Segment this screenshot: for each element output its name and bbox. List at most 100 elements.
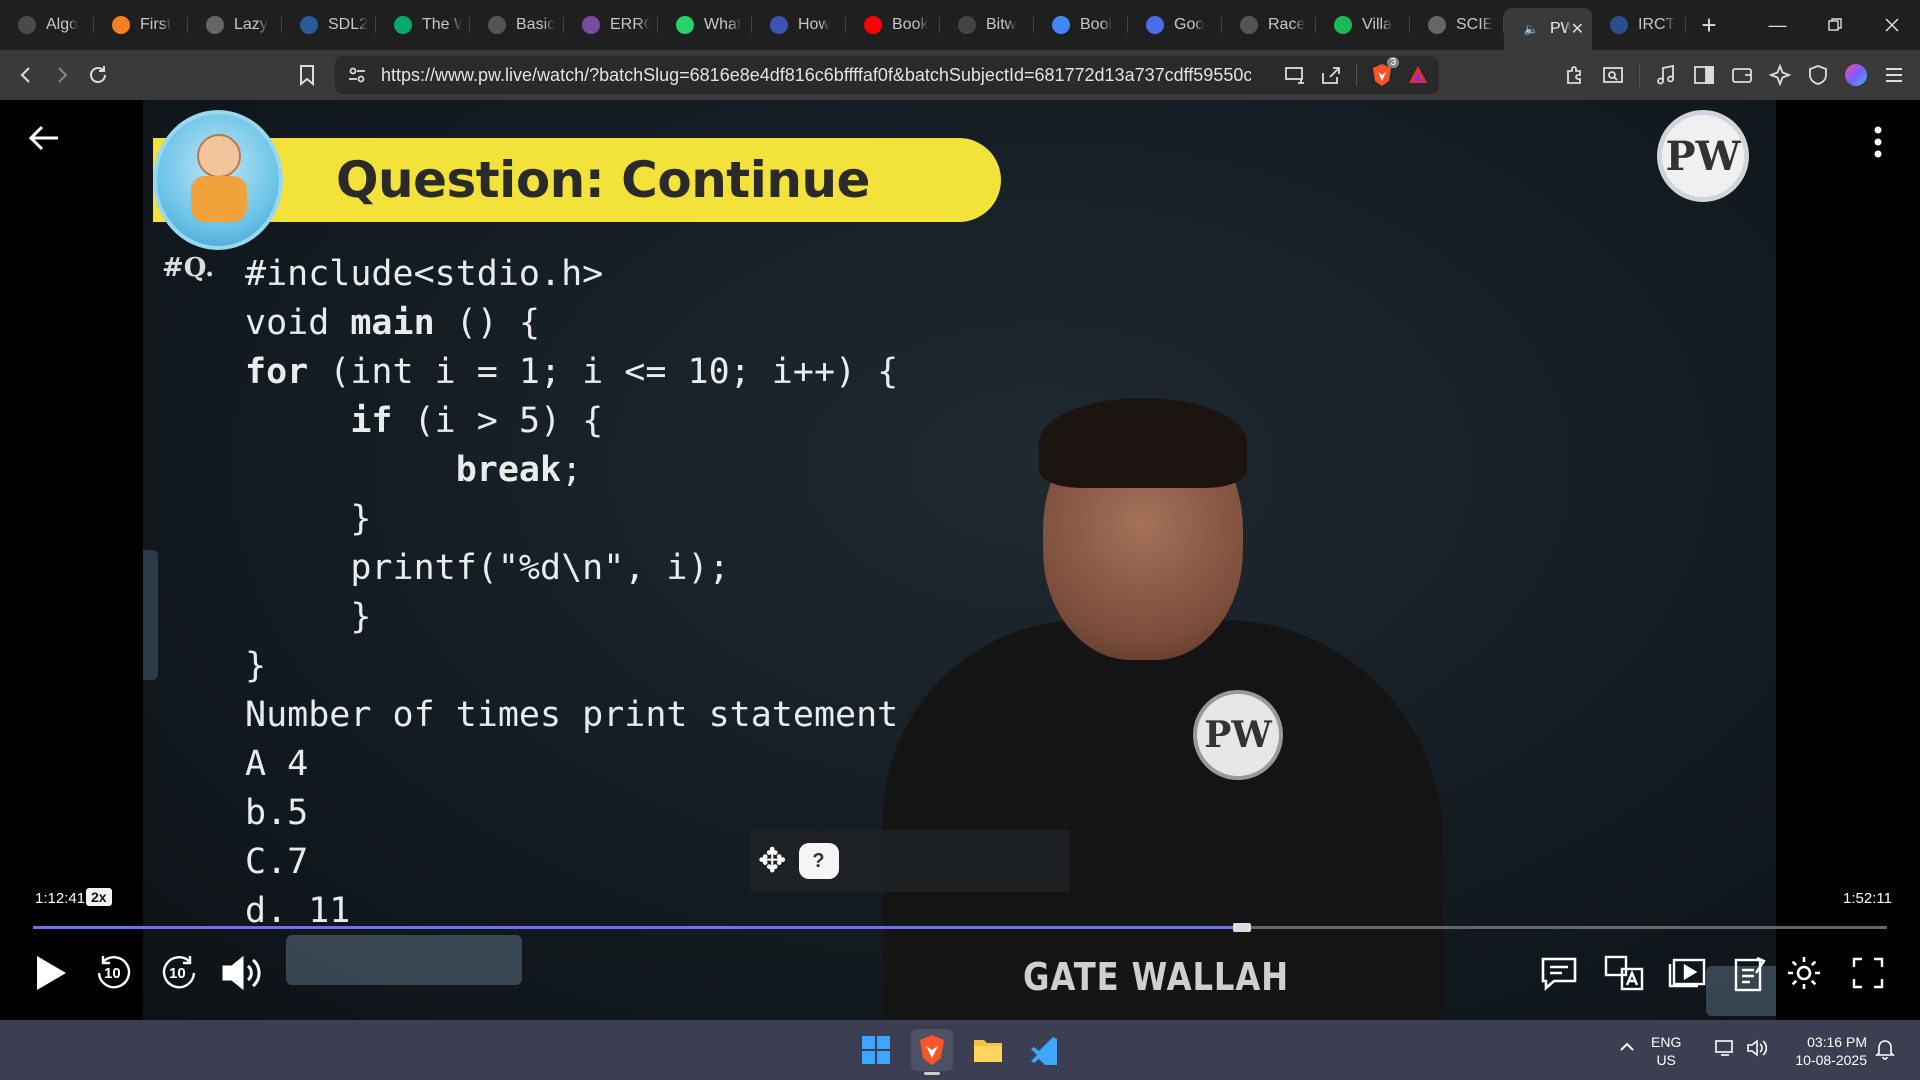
tab[interactable]: Book <box>846 7 940 43</box>
speaker-icon: 🔈 <box>1523 22 1539 36</box>
new-tab-button[interactable]: + <box>1686 7 1732 43</box>
play-icon <box>37 956 66 990</box>
tab[interactable]: Goo <box>1128 7 1222 43</box>
start-button[interactable] <box>855 1029 897 1071</box>
extensions-button[interactable] <box>1557 57 1593 93</box>
language-indicator[interactable]: ENG US <box>1651 1033 1681 1069</box>
irctc-icon <box>1610 16 1628 34</box>
move-icon[interactable]: ✥ <box>758 841 787 881</box>
forward-10-button[interactable]: 10 <box>156 950 202 996</box>
music-note-icon <box>1657 64 1674 85</box>
bookmark-button[interactable] <box>289 57 325 93</box>
rewind-10-button[interactable]: 10 <box>91 950 137 996</box>
tray-overflow-button[interactable] <box>1618 1038 1636 1061</box>
menu-button[interactable] <box>1876 57 1912 93</box>
close-tab-icon[interactable]: ✕ <box>1571 19 1584 39</box>
address-bar[interactable]: https://www.pw.live/watch/?batchSlug=681… <box>335 56 1439 94</box>
tab[interactable]: Bool <box>1034 7 1128 43</box>
annotation-toolbar: ✥ ? <box>750 830 1070 892</box>
forward-button[interactable] <box>44 57 80 93</box>
tab[interactable]: Bitw <box>940 7 1034 43</box>
board-toolbar-ghost <box>286 935 522 985</box>
video-frame[interactable]: Question: Continue #Q. #include<stdio.h>… <box>143 100 1776 1020</box>
tab[interactable]: First <box>94 7 188 43</box>
player-back-button[interactable] <box>24 118 64 158</box>
left-panel-handle[interactable] <box>143 550 158 680</box>
system-clock[interactable]: 03:16 PM 10-08-2025 <box>1775 1033 1867 1069</box>
reload-button[interactable] <box>80 57 116 93</box>
brave-shields-count: 3 <box>1387 57 1399 68</box>
tab[interactable]: Lazy <box>188 7 282 43</box>
globe-icon <box>206 16 224 34</box>
puzzle-icon <box>1567 66 1581 84</box>
tab-title: SCIE <box>1456 16 1494 33</box>
sidebar-button[interactable] <box>1686 57 1722 93</box>
tab-title: What <box>704 16 742 33</box>
site-settings-icon[interactable] <box>347 65 367 85</box>
bitwise-icon <box>958 16 976 34</box>
tab[interactable]: Race <box>1222 7 1316 43</box>
notification-bell-icon[interactable] <box>1875 1038 1895 1065</box>
settings-button[interactable] <box>1781 950 1827 996</box>
picture-in-picture-button[interactable] <box>1665 950 1711 996</box>
play-button[interactable] <box>28 950 74 996</box>
tab[interactable]: Algo <box>0 7 94 43</box>
code-line: A 4 <box>245 744 309 784</box>
tab-active[interactable]: 🔈 PW ✕ <box>1504 8 1592 50</box>
cast-icon[interactable] <box>1284 65 1306 85</box>
translate-button[interactable] <box>1601 950 1647 996</box>
tab-title: Bool <box>1080 16 1113 33</box>
restore-button[interactable] <box>1806 0 1863 50</box>
tab[interactable]: The W <box>376 7 470 43</box>
taskbar-brave[interactable] <box>911 1029 953 1075</box>
kebab-icon <box>1874 126 1882 158</box>
tab-title: SDL2 <box>328 16 368 33</box>
playback-speed-badge[interactable]: 2x <box>86 888 112 906</box>
brave-shields-icon[interactable]: 3 <box>1371 57 1399 87</box>
taskbar-vscode[interactable] <box>1023 1029 1065 1071</box>
brave-rewards-icon[interactable] <box>1407 64 1429 86</box>
tab[interactable]: Villa <box>1316 7 1410 43</box>
tab[interactable]: How <box>752 7 846 43</box>
back-arrow-icon <box>20 67 30 83</box>
leo-ai-button[interactable] <box>1762 57 1798 93</box>
toolbar-right-actions <box>1557 57 1912 93</box>
notes-button[interactable] <box>1727 950 1773 996</box>
tab[interactable]: SDL2 <box>282 7 376 43</box>
back-button[interactable] <box>8 57 44 93</box>
chat-button[interactable] <box>1536 950 1582 996</box>
tab[interactable]: SCIE <box>1410 7 1504 43</box>
more-options-button[interactable] <box>1866 122 1890 162</box>
speaker-icon[interactable] <box>1746 1038 1768 1063</box>
profile-button[interactable] <box>1838 57 1874 93</box>
tab[interactable]: IRCT <box>1592 7 1686 43</box>
vpn-button[interactable] <box>1800 57 1836 93</box>
tab[interactable]: ERRO <box>564 7 658 43</box>
code-line: for (int i = 1; i <= 10; i++) { <box>245 352 899 392</box>
seek-bar[interactable] <box>33 923 1887 932</box>
reader-button[interactable] <box>1595 57 1631 93</box>
network-icon[interactable] <box>1714 1038 1736 1063</box>
fullscreen-button[interactable] <box>1845 950 1891 996</box>
media-button[interactable] <box>1648 57 1684 93</box>
tab-title: First <box>140 16 172 33</box>
url-text[interactable]: https://www.pw.live/watch/?batchSlug=681… <box>381 65 1251 86</box>
help-icon[interactable]: ? <box>798 843 839 879</box>
code-line: if (i > 5) { <box>350 401 604 441</box>
close-window-button[interactable] <box>1863 0 1920 50</box>
tab-title: Goo <box>1174 16 1205 33</box>
wallet-icon <box>1732 68 1752 83</box>
tab[interactable]: Basic <box>470 7 564 43</box>
video-player[interactable]: Question: Continue #Q. #include<stdio.h>… <box>0 100 1920 1020</box>
share-icon[interactable] <box>1320 65 1342 85</box>
seek-handle[interactable] <box>1232 923 1251 932</box>
arrow-left-icon <box>28 125 58 151</box>
fullscreen-icon <box>1852 957 1884 989</box>
minimize-button[interactable]: — <box>1749 0 1806 50</box>
tab[interactable]: What <box>658 7 752 43</box>
reader-search-icon <box>1603 67 1623 83</box>
taskbar-file-explorer[interactable] <box>967 1029 1009 1071</box>
volume-button[interactable] <box>219 950 265 996</box>
gate-wallah-watermark: GATE WALLAH <box>1023 955 1290 999</box>
wallet-button[interactable] <box>1724 57 1760 93</box>
